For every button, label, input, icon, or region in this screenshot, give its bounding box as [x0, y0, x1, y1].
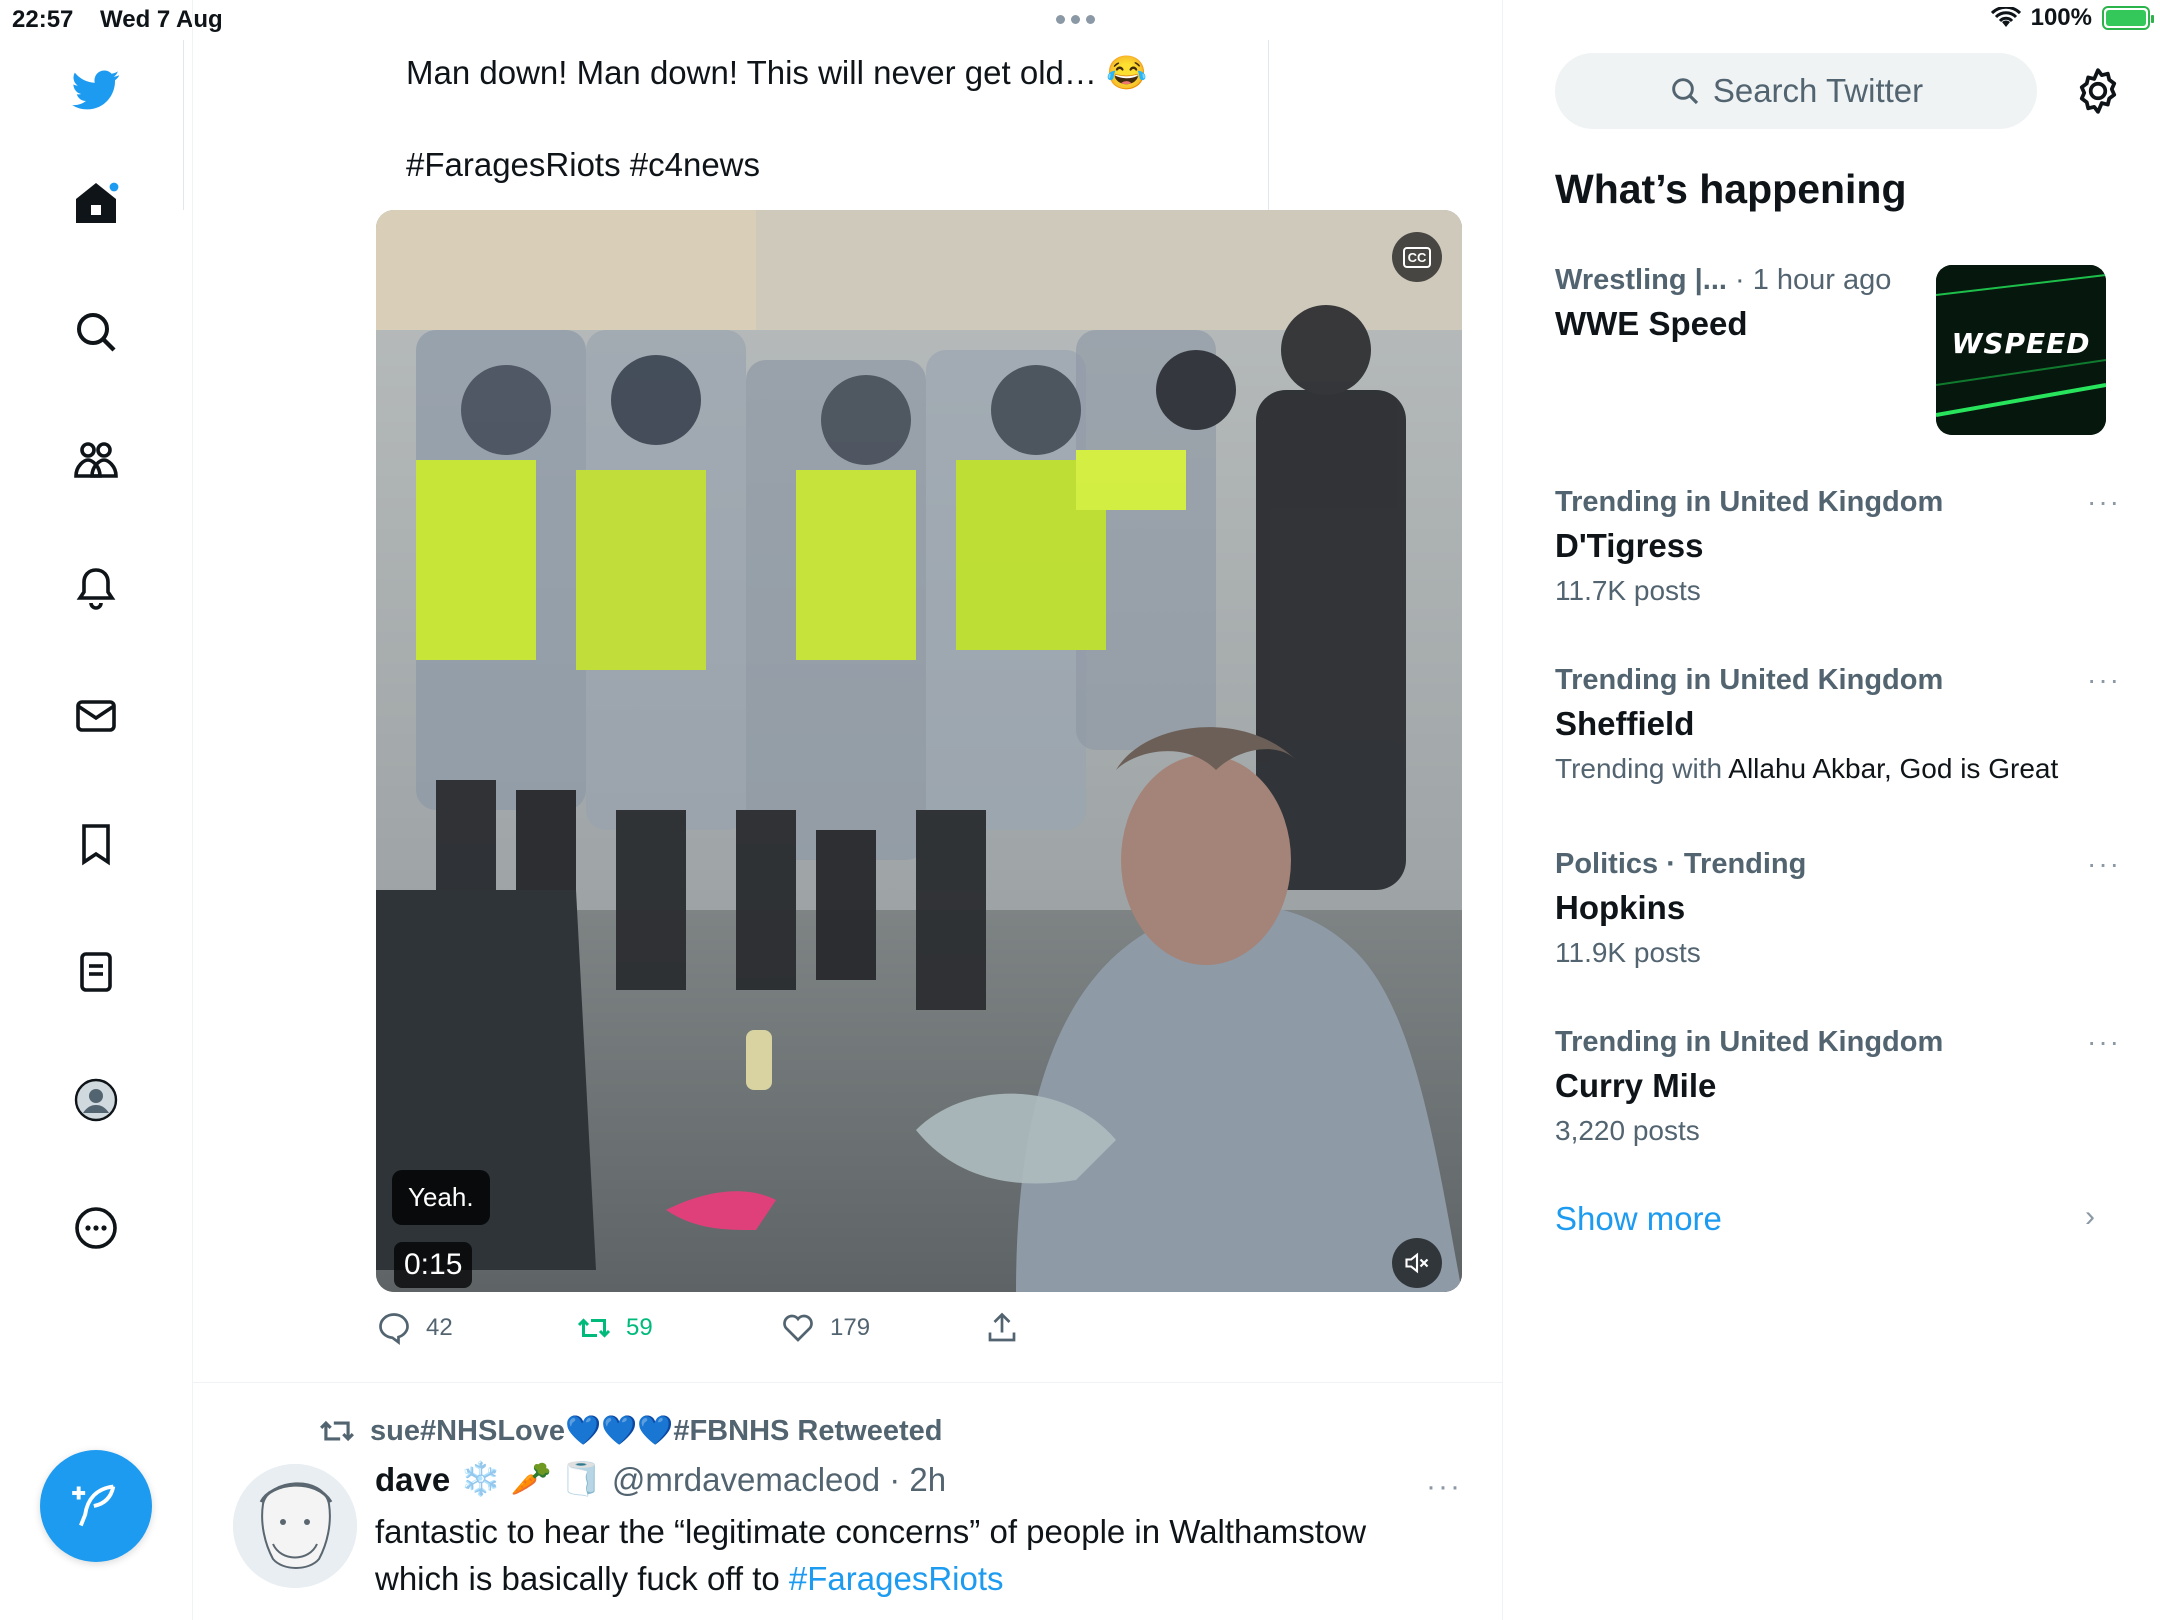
trend-category: Politics · Trending	[1555, 848, 1807, 880]
author-name[interactable]: dave	[375, 1461, 450, 1499]
author-emoji: ❄️ 🥕 🧻	[460, 1460, 602, 1497]
trend-name: Curry Mile	[1555, 1067, 1717, 1104]
avatar[interactable]	[233, 1464, 357, 1588]
trend-name: Hopkins	[1555, 889, 1686, 926]
twitter-logo-icon[interactable]	[66, 60, 126, 120]
share-icon	[988, 1312, 1016, 1342]
heart-icon	[783, 1314, 813, 1342]
trend-posts: 3,220 posts	[1555, 1115, 1700, 1146]
wwe-speed-logo: WSPEED	[1951, 327, 2091, 360]
home-icon[interactable]	[66, 173, 126, 233]
reply-count: 42	[426, 1314, 453, 1341]
tweet2-body: fantastic to hear the “legitimate concer…	[375, 1508, 1445, 1602]
compose-tweet-button[interactable]	[40, 1450, 152, 1562]
gear-icon[interactable]	[2073, 66, 2123, 116]
messages-icon[interactable]	[66, 686, 126, 746]
trend-category: Trending in United Kingdom	[1555, 664, 1944, 696]
trend-category: Wrestling |...	[1555, 264, 1727, 296]
video-caption: Yeah.	[392, 1170, 490, 1225]
trend-more-button[interactable]: ···	[2087, 1026, 2121, 1058]
trend-more-button[interactable]: ···	[2087, 664, 2121, 696]
tweet2-more-button[interactable]: ···	[1426, 1470, 1462, 1504]
tweet2-author[interactable]: dave ❄️ 🥕 🧻 @mrdavemacleod · 2h	[375, 1460, 946, 1499]
trend-category: Trending in United Kingdom	[1555, 486, 1944, 518]
profile-icon[interactable]	[66, 1070, 126, 1130]
chevron-right-icon: ›	[2085, 1200, 2095, 1233]
tweet-text-line1: Man down! Man down! This will never get …	[406, 54, 1148, 91]
trend-name: D'Tigress	[1555, 527, 1704, 564]
search-input[interactable]: Search Twitter	[1555, 53, 2037, 129]
whats-happening-title: What’s happening	[1555, 166, 1907, 212]
reply-icon	[379, 1313, 409, 1345]
video-duration: 0:15	[394, 1242, 473, 1288]
notifications-icon[interactable]	[66, 558, 126, 618]
closed-captions-button[interactable]: CC	[1392, 232, 1442, 282]
trend-posts: 11.9K posts	[1555, 937, 1701, 968]
speaker-muted-icon	[1405, 1252, 1429, 1274]
trend-item[interactable]: Trending in United Kingdom D'Tigress 11.…	[1555, 486, 2119, 607]
retweeted-by[interactable]: sue#NHSLove💙💙💙#FBNHS Retweeted	[318, 1412, 942, 1450]
retweet-icon	[577, 1318, 611, 1338]
trend-related: Trending with Allahu Akbar, God is Great	[1555, 753, 2059, 784]
right-sidebar: Search Twitter What’s happening Wrestlin…	[1503, 0, 2160, 1620]
reply-button[interactable]: 42	[376, 1310, 453, 1346]
video-frame	[376, 210, 1462, 1292]
trend-category: Trending in United Kingdom	[1555, 1026, 1944, 1058]
trend-more-button[interactable]: ···	[2087, 848, 2121, 880]
trend-thumbnail[interactable]: WSPEED	[1936, 265, 2106, 435]
retweet-count: 59	[626, 1314, 653, 1341]
search-placeholder: Search Twitter	[1712, 72, 1924, 109]
mute-button[interactable]	[1392, 1238, 1442, 1288]
retweet-button[interactable]: 59	[576, 1310, 653, 1346]
trend-item[interactable]: Trending in United Kingdom Curry Mile 3,…	[1555, 1026, 2119, 1147]
compose-tweet-icon	[72, 1484, 116, 1527]
retweeted-by-text: sue#NHSLove💙💙💙#FBNHS Retweeted	[370, 1415, 943, 1447]
tweet2-hashtag[interactable]: #FaragesRiots	[789, 1560, 1004, 1597]
explore-icon[interactable]	[66, 302, 126, 362]
trend-item[interactable]: Trending in United Kingdom Sheffield Tre…	[1555, 664, 2119, 785]
lists-icon[interactable]	[66, 942, 126, 1002]
tweet-text-line2[interactable]: #FaragesRiots #c4news	[406, 146, 760, 184]
tweet-actions: 42 59 179	[376, 1310, 1176, 1354]
author-handle[interactable]: @mrdavemacleod · 2h	[612, 1461, 946, 1499]
retweet-icon	[320, 1420, 354, 1442]
bookmarks-icon[interactable]	[66, 814, 126, 874]
tweet-divider	[193, 1382, 1503, 1383]
trend-item[interactable]: Politics · Trending Hopkins 11.9K posts …	[1555, 848, 2119, 969]
trend-time: · 1 hour ago	[1735, 264, 1892, 296]
like-button[interactable]: 179	[780, 1310, 870, 1346]
show-more-link[interactable]: Show more	[1555, 1200, 1722, 1238]
communities-icon[interactable]	[66, 430, 126, 490]
trend-more-button[interactable]: ···	[2087, 486, 2121, 518]
trend-posts: 11.7K posts	[1555, 575, 1701, 606]
left-nav	[0, 0, 193, 1620]
tweet-video[interactable]: CC Yeah. 0:15	[376, 210, 1462, 1292]
more-icon[interactable]	[66, 1198, 126, 1258]
search-icon	[1672, 78, 1698, 105]
share-button[interactable]	[984, 1310, 1020, 1346]
like-count: 179	[830, 1314, 871, 1341]
trend-name: Sheffield	[1555, 705, 1695, 742]
